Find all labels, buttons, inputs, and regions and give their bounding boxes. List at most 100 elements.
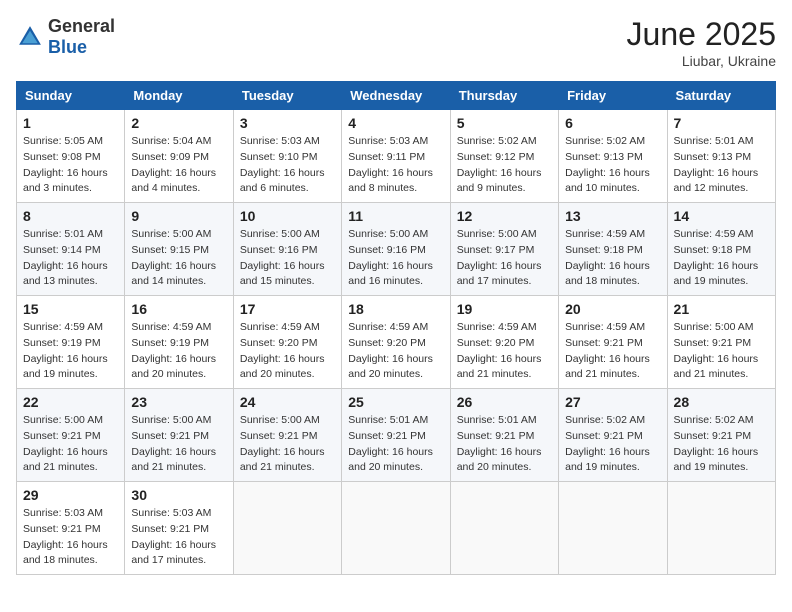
day-info: Sunrise: 5:03 AM Sunset: 9:10 PM Dayligh… (240, 134, 335, 197)
day-number: 24 (240, 394, 335, 410)
day-info: Sunrise: 4:59 AM Sunset: 9:19 PM Dayligh… (131, 320, 226, 383)
calendar-cell (233, 482, 341, 575)
day-number: 27 (565, 394, 660, 410)
day-info: Sunrise: 5:00 AM Sunset: 9:16 PM Dayligh… (240, 227, 335, 290)
day-number: 4 (348, 115, 443, 131)
calendar-row: 8 Sunrise: 5:01 AM Sunset: 9:14 PM Dayli… (17, 203, 776, 296)
day-info: Sunrise: 5:00 AM Sunset: 9:21 PM Dayligh… (131, 413, 226, 476)
day-number: 26 (457, 394, 552, 410)
calendar-cell: 4 Sunrise: 5:03 AM Sunset: 9:11 PM Dayli… (342, 110, 450, 203)
day-info: Sunrise: 4:59 AM Sunset: 9:21 PM Dayligh… (565, 320, 660, 383)
col-wednesday: Wednesday (342, 82, 450, 110)
calendar-cell: 14 Sunrise: 4:59 AM Sunset: 9:18 PM Dayl… (667, 203, 775, 296)
calendar-cell: 6 Sunrise: 5:02 AM Sunset: 9:13 PM Dayli… (559, 110, 667, 203)
calendar-table: Sunday Monday Tuesday Wednesday Thursday… (16, 81, 776, 575)
calendar-row: 22 Sunrise: 5:00 AM Sunset: 9:21 PM Dayl… (17, 389, 776, 482)
day-number: 29 (23, 487, 118, 503)
col-saturday: Saturday (667, 82, 775, 110)
day-number: 28 (674, 394, 769, 410)
day-number: 20 (565, 301, 660, 317)
day-info: Sunrise: 5:00 AM Sunset: 9:15 PM Dayligh… (131, 227, 226, 290)
day-info: Sunrise: 5:01 AM Sunset: 9:14 PM Dayligh… (23, 227, 118, 290)
calendar-cell: 8 Sunrise: 5:01 AM Sunset: 9:14 PM Dayli… (17, 203, 125, 296)
day-info: Sunrise: 5:00 AM Sunset: 9:21 PM Dayligh… (23, 413, 118, 476)
day-info: Sunrise: 5:05 AM Sunset: 9:08 PM Dayligh… (23, 134, 118, 197)
col-tuesday: Tuesday (233, 82, 341, 110)
day-info: Sunrise: 5:03 AM Sunset: 9:11 PM Dayligh… (348, 134, 443, 197)
col-thursday: Thursday (450, 82, 558, 110)
day-number: 6 (565, 115, 660, 131)
day-number: 7 (674, 115, 769, 131)
day-number: 16 (131, 301, 226, 317)
day-info: Sunrise: 4:59 AM Sunset: 9:20 PM Dayligh… (240, 320, 335, 383)
calendar-cell (342, 482, 450, 575)
day-info: Sunrise: 5:00 AM Sunset: 9:21 PM Dayligh… (240, 413, 335, 476)
logo-blue: Blue (48, 37, 87, 57)
day-info: Sunrise: 4:59 AM Sunset: 9:20 PM Dayligh… (457, 320, 552, 383)
calendar-cell: 20 Sunrise: 4:59 AM Sunset: 9:21 PM Dayl… (559, 296, 667, 389)
day-info: Sunrise: 5:02 AM Sunset: 9:12 PM Dayligh… (457, 134, 552, 197)
day-info: Sunrise: 4:59 AM Sunset: 9:18 PM Dayligh… (565, 227, 660, 290)
day-info: Sunrise: 4:59 AM Sunset: 9:19 PM Dayligh… (23, 320, 118, 383)
calendar-cell (667, 482, 775, 575)
day-info: Sunrise: 5:01 AM Sunset: 9:21 PM Dayligh… (348, 413, 443, 476)
calendar-cell: 5 Sunrise: 5:02 AM Sunset: 9:12 PM Dayli… (450, 110, 558, 203)
day-number: 17 (240, 301, 335, 317)
day-info: Sunrise: 5:02 AM Sunset: 9:13 PM Dayligh… (565, 134, 660, 197)
day-number: 19 (457, 301, 552, 317)
calendar-cell: 10 Sunrise: 5:00 AM Sunset: 9:16 PM Dayl… (233, 203, 341, 296)
day-number: 14 (674, 208, 769, 224)
day-number: 5 (457, 115, 552, 131)
calendar-cell: 21 Sunrise: 5:00 AM Sunset: 9:21 PM Dayl… (667, 296, 775, 389)
calendar-cell: 25 Sunrise: 5:01 AM Sunset: 9:21 PM Dayl… (342, 389, 450, 482)
calendar-header-row: Sunday Monday Tuesday Wednesday Thursday… (17, 82, 776, 110)
day-number: 18 (348, 301, 443, 317)
day-info: Sunrise: 5:01 AM Sunset: 9:21 PM Dayligh… (457, 413, 552, 476)
day-number: 25 (348, 394, 443, 410)
calendar-cell: 17 Sunrise: 4:59 AM Sunset: 9:20 PM Dayl… (233, 296, 341, 389)
day-info: Sunrise: 5:03 AM Sunset: 9:21 PM Dayligh… (131, 506, 226, 569)
logo-general: General (48, 16, 115, 36)
calendar-cell: 12 Sunrise: 5:00 AM Sunset: 9:17 PM Dayl… (450, 203, 558, 296)
day-info: Sunrise: 5:02 AM Sunset: 9:21 PM Dayligh… (565, 413, 660, 476)
day-number: 23 (131, 394, 226, 410)
calendar-cell: 9 Sunrise: 5:00 AM Sunset: 9:15 PM Dayli… (125, 203, 233, 296)
day-number: 22 (23, 394, 118, 410)
calendar-cell: 22 Sunrise: 5:00 AM Sunset: 9:21 PM Dayl… (17, 389, 125, 482)
calendar-row: 1 Sunrise: 5:05 AM Sunset: 9:08 PM Dayli… (17, 110, 776, 203)
calendar-cell: 30 Sunrise: 5:03 AM Sunset: 9:21 PM Dayl… (125, 482, 233, 575)
calendar-cell: 2 Sunrise: 5:04 AM Sunset: 9:09 PM Dayli… (125, 110, 233, 203)
day-number: 9 (131, 208, 226, 224)
calendar-cell: 3 Sunrise: 5:03 AM Sunset: 9:10 PM Dayli… (233, 110, 341, 203)
calendar-cell: 26 Sunrise: 5:01 AM Sunset: 9:21 PM Dayl… (450, 389, 558, 482)
title-area: June 2025 Liubar, Ukraine (627, 16, 776, 69)
calendar-cell: 18 Sunrise: 4:59 AM Sunset: 9:20 PM Dayl… (342, 296, 450, 389)
calendar-cell: 1 Sunrise: 5:05 AM Sunset: 9:08 PM Dayli… (17, 110, 125, 203)
location: Liubar, Ukraine (627, 53, 776, 69)
calendar-cell (450, 482, 558, 575)
day-info: Sunrise: 5:03 AM Sunset: 9:21 PM Dayligh… (23, 506, 118, 569)
day-number: 8 (23, 208, 118, 224)
day-number: 3 (240, 115, 335, 131)
calendar-cell: 28 Sunrise: 5:02 AM Sunset: 9:21 PM Dayl… (667, 389, 775, 482)
calendar-cell: 24 Sunrise: 5:00 AM Sunset: 9:21 PM Dayl… (233, 389, 341, 482)
day-number: 15 (23, 301, 118, 317)
day-number: 30 (131, 487, 226, 503)
page-header: General Blue June 2025 Liubar, Ukraine (16, 16, 776, 69)
day-number: 1 (23, 115, 118, 131)
calendar-cell: 11 Sunrise: 5:00 AM Sunset: 9:16 PM Dayl… (342, 203, 450, 296)
day-info: Sunrise: 5:00 AM Sunset: 9:16 PM Dayligh… (348, 227, 443, 290)
col-sunday: Sunday (17, 82, 125, 110)
calendar-cell: 15 Sunrise: 4:59 AM Sunset: 9:19 PM Dayl… (17, 296, 125, 389)
calendar-cell (559, 482, 667, 575)
col-monday: Monday (125, 82, 233, 110)
calendar-row: 15 Sunrise: 4:59 AM Sunset: 9:19 PM Dayl… (17, 296, 776, 389)
calendar-row: 29 Sunrise: 5:03 AM Sunset: 9:21 PM Dayl… (17, 482, 776, 575)
calendar-cell: 7 Sunrise: 5:01 AM Sunset: 9:13 PM Dayli… (667, 110, 775, 203)
day-number: 11 (348, 208, 443, 224)
day-info: Sunrise: 5:04 AM Sunset: 9:09 PM Dayligh… (131, 134, 226, 197)
calendar-cell: 16 Sunrise: 4:59 AM Sunset: 9:19 PM Dayl… (125, 296, 233, 389)
day-number: 21 (674, 301, 769, 317)
month-title: June 2025 (627, 16, 776, 53)
calendar-cell: 19 Sunrise: 4:59 AM Sunset: 9:20 PM Dayl… (450, 296, 558, 389)
